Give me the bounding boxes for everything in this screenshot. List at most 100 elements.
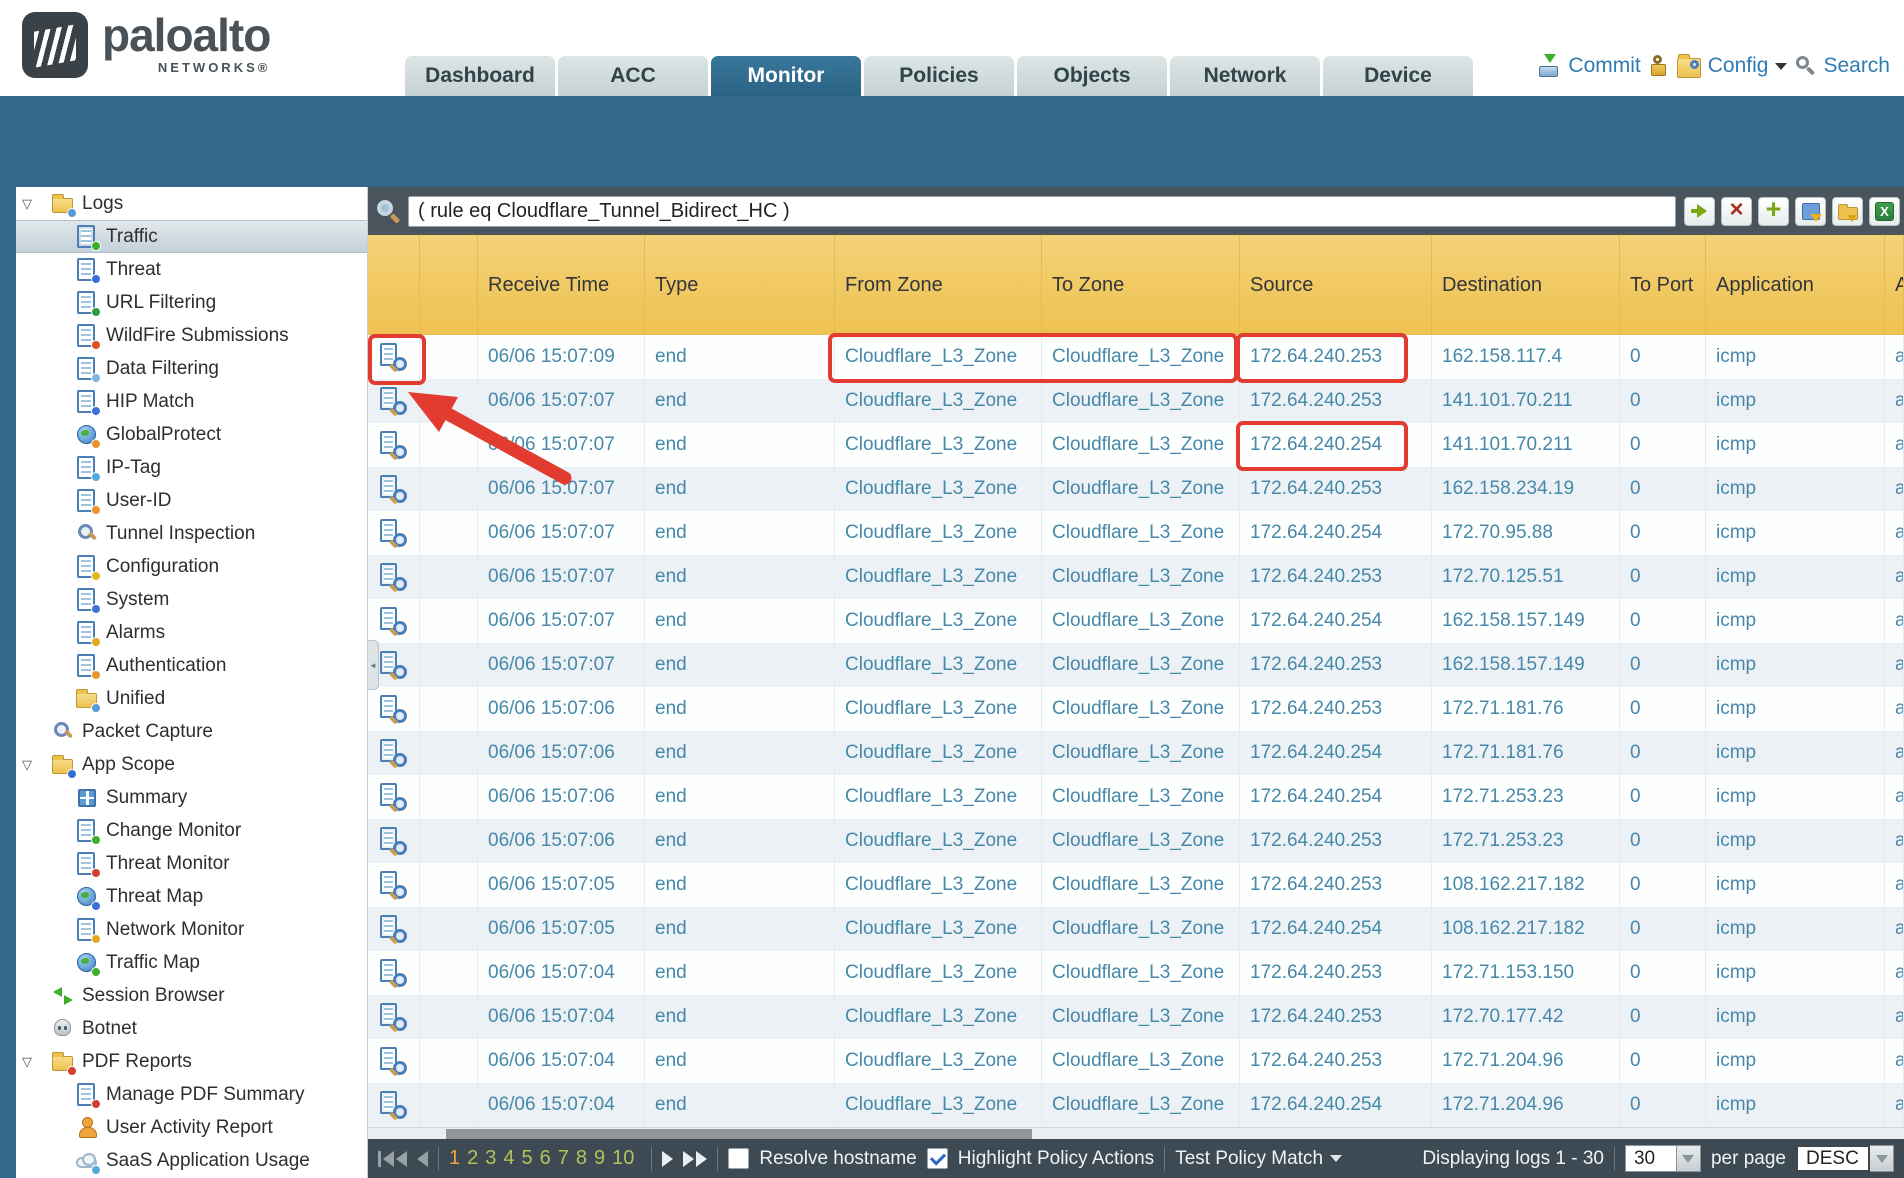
tab-monitor[interactable]: Monitor: [711, 56, 861, 96]
load-filter-button[interactable]: [1832, 197, 1863, 226]
previous-page-button[interactable]: [417, 1151, 428, 1167]
log-detail-magnifier-icon[interactable]: [376, 736, 410, 770]
log-detail-magnifier-icon[interactable]: [376, 384, 410, 418]
page-number-4[interactable]: 4: [503, 1147, 514, 1170]
sidebar-item-threat-map[interactable]: Threat Map: [16, 880, 367, 913]
log-detail-magnifier-icon[interactable]: [376, 868, 410, 902]
log-row[interactable]: 06/06 15:07:07endCloudflare_L3_ZoneCloud…: [368, 467, 1904, 511]
log-filter-input[interactable]: [408, 196, 1676, 227]
page-number-2[interactable]: 2: [467, 1147, 478, 1170]
log-row[interactable]: 06/06 15:07:09endCloudflare_L3_ZoneCloud…: [368, 335, 1904, 379]
log-row[interactable]: 06/06 15:07:06endCloudflare_L3_ZoneCloud…: [368, 687, 1904, 731]
column-header-to-port[interactable]: To Port: [1620, 235, 1706, 335]
sidebar-item-data-filtering[interactable]: Data Filtering: [16, 352, 367, 385]
sidebar-item-unified[interactable]: Unified: [16, 682, 367, 715]
log-detail-magnifier-icon[interactable]: [376, 824, 410, 858]
sidebar-item-user-id[interactable]: User-ID: [16, 484, 367, 517]
sidebar-item-app-scope[interactable]: ▽App Scope: [16, 748, 367, 781]
log-row[interactable]: 06/06 15:07:04endCloudflare_L3_ZoneCloud…: [368, 995, 1904, 1039]
tree-expander-icon[interactable]: ▽: [22, 196, 44, 212]
tab-objects[interactable]: Objects: [1017, 56, 1167, 96]
log-detail-magnifier-icon[interactable]: [376, 692, 410, 726]
log-row[interactable]: 06/06 15:07:07endCloudflare_L3_ZoneCloud…: [368, 555, 1904, 599]
resolve-hostname-checkbox[interactable]: [728, 1148, 749, 1169]
log-detail-magnifier-icon[interactable]: [376, 560, 410, 594]
tree-expander-icon[interactable]: ▽: [22, 757, 44, 773]
column-header-to-zone[interactable]: To Zone: [1042, 235, 1240, 335]
log-row[interactable]: 06/06 15:07:07endCloudflare_L3_ZoneCloud…: [368, 599, 1904, 643]
first-page-button[interactable]: [378, 1151, 407, 1167]
last-page-button[interactable]: [683, 1151, 707, 1167]
log-detail-magnifier-icon[interactable]: [376, 648, 410, 682]
sidebar-item-traffic[interactable]: Traffic: [16, 220, 367, 253]
column-header-source[interactable]: Source: [1240, 235, 1432, 335]
tab-acc[interactable]: ACC: [558, 56, 708, 96]
sidebar-item-authentication[interactable]: Authentication: [16, 649, 367, 682]
log-row[interactable]: 06/06 15:07:05endCloudflare_L3_ZoneCloud…: [368, 863, 1904, 907]
log-row[interactable]: 06/06 15:07:07endCloudflare_L3_ZoneCloud…: [368, 423, 1904, 467]
sidebar-item-logs[interactable]: ▽Logs: [16, 187, 367, 220]
tab-policies[interactable]: Policies: [864, 56, 1014, 96]
clear-filter-button[interactable]: ×: [1721, 197, 1752, 226]
log-detail-magnifier-icon[interactable]: [376, 1000, 410, 1034]
log-row[interactable]: 06/06 15:07:06endCloudflare_L3_ZoneCloud…: [368, 731, 1904, 775]
page-number-7[interactable]: 7: [558, 1147, 569, 1170]
page-number-6[interactable]: 6: [540, 1147, 551, 1170]
log-row[interactable]: 06/06 15:07:07endCloudflare_L3_ZoneCloud…: [368, 379, 1904, 423]
log-detail-magnifier-icon[interactable]: [376, 472, 410, 506]
log-row[interactable]: 06/06 15:07:05endCloudflare_L3_ZoneCloud…: [368, 907, 1904, 951]
log-row[interactable]: 06/06 15:07:06endCloudflare_L3_ZoneCloud…: [368, 819, 1904, 863]
export-csv-button[interactable]: X: [1869, 197, 1900, 226]
search-button[interactable]: Search: [1796, 54, 1890, 78]
column-header-a[interactable]: A: [1885, 235, 1904, 335]
column-header-receive-time[interactable]: Receive Time: [478, 235, 645, 335]
filter-builder-button[interactable]: [1795, 197, 1826, 226]
log-detail-magnifier-icon[interactable]: [376, 1088, 410, 1122]
column-header-application[interactable]: Application: [1706, 235, 1885, 335]
sidebar-item-summary[interactable]: Summary: [16, 781, 367, 814]
column-header-destination[interactable]: Destination: [1432, 235, 1620, 335]
sidebar-item-configuration[interactable]: Configuration: [16, 550, 367, 583]
sidebar-item-threat[interactable]: Threat: [16, 253, 367, 286]
sidebar-item-threat-monitor[interactable]: Threat Monitor: [16, 847, 367, 880]
log-row[interactable]: 06/06 15:07:06endCloudflare_L3_ZoneCloud…: [368, 775, 1904, 819]
log-detail-magnifier-icon[interactable]: [376, 604, 410, 638]
sidebar-item-system[interactable]: System: [16, 583, 367, 616]
sidebar-item-pdf-reports[interactable]: ▽PDF Reports: [16, 1045, 367, 1078]
sidebar-item-manage-pdf-summary[interactable]: Manage PDF Summary: [16, 1078, 367, 1111]
page-number-10[interactable]: 10: [612, 1147, 634, 1170]
column-header-type[interactable]: Type: [645, 235, 835, 335]
horizontal-scrollbar-thumb[interactable]: [446, 1129, 1032, 1139]
page-number-9[interactable]: 9: [594, 1147, 605, 1170]
per-page-arrow-icon[interactable]: [1677, 1145, 1701, 1172]
sidebar-item-tunnel-inspection[interactable]: Tunnel Inspection: [16, 517, 367, 550]
column-header-from-zone[interactable]: From Zone: [835, 235, 1042, 335]
sidebar-item-wildfire-submissions[interactable]: WildFire Submissions: [16, 319, 367, 352]
sidebar-item-saas-application-usage[interactable]: SaaS Application Usage: [16, 1144, 367, 1177]
config-menu-button[interactable]: Config: [1677, 54, 1788, 78]
sidebar-item-network-monitor[interactable]: Network Monitor: [16, 913, 367, 946]
log-row[interactable]: 06/06 15:07:04endCloudflare_L3_ZoneCloud…: [368, 1083, 1904, 1127]
log-detail-magnifier-icon[interactable]: [376, 912, 410, 946]
log-detail-magnifier-icon[interactable]: [376, 780, 410, 814]
log-detail-magnifier-icon[interactable]: [376, 428, 410, 462]
commit-button[interactable]: Commit: [1537, 54, 1640, 78]
sidebar-item-url-filtering[interactable]: URL Filtering: [16, 286, 367, 319]
sidebar-item-packet-capture[interactable]: Packet Capture: [16, 715, 367, 748]
sort-order-select[interactable]: DESC: [1796, 1145, 1894, 1172]
log-detail-magnifier-icon[interactable]: [376, 516, 410, 550]
tree-expander-icon[interactable]: ▽: [22, 1054, 44, 1070]
next-page-button[interactable]: [662, 1151, 673, 1167]
per-page-select[interactable]: 30: [1625, 1145, 1701, 1172]
sidebar-item-botnet[interactable]: Botnet: [16, 1012, 367, 1045]
sort-order-arrow-icon[interactable]: [1870, 1145, 1894, 1172]
log-row[interactable]: 06/06 15:07:07endCloudflare_L3_ZoneCloud…: [368, 511, 1904, 555]
page-number-3[interactable]: 3: [485, 1147, 496, 1170]
log-row[interactable]: 06/06 15:07:04endCloudflare_L3_ZoneCloud…: [368, 1039, 1904, 1083]
page-number-1[interactable]: 1: [449, 1147, 460, 1170]
sidebar-item-session-browser[interactable]: Session Browser: [16, 979, 367, 1012]
tab-device[interactable]: Device: [1323, 56, 1473, 96]
sidebar-collapse-handle[interactable]: ◄: [368, 640, 379, 690]
sidebar-item-globalprotect[interactable]: GlobalProtect: [16, 418, 367, 451]
log-detail-magnifier-icon[interactable]: [376, 956, 410, 990]
